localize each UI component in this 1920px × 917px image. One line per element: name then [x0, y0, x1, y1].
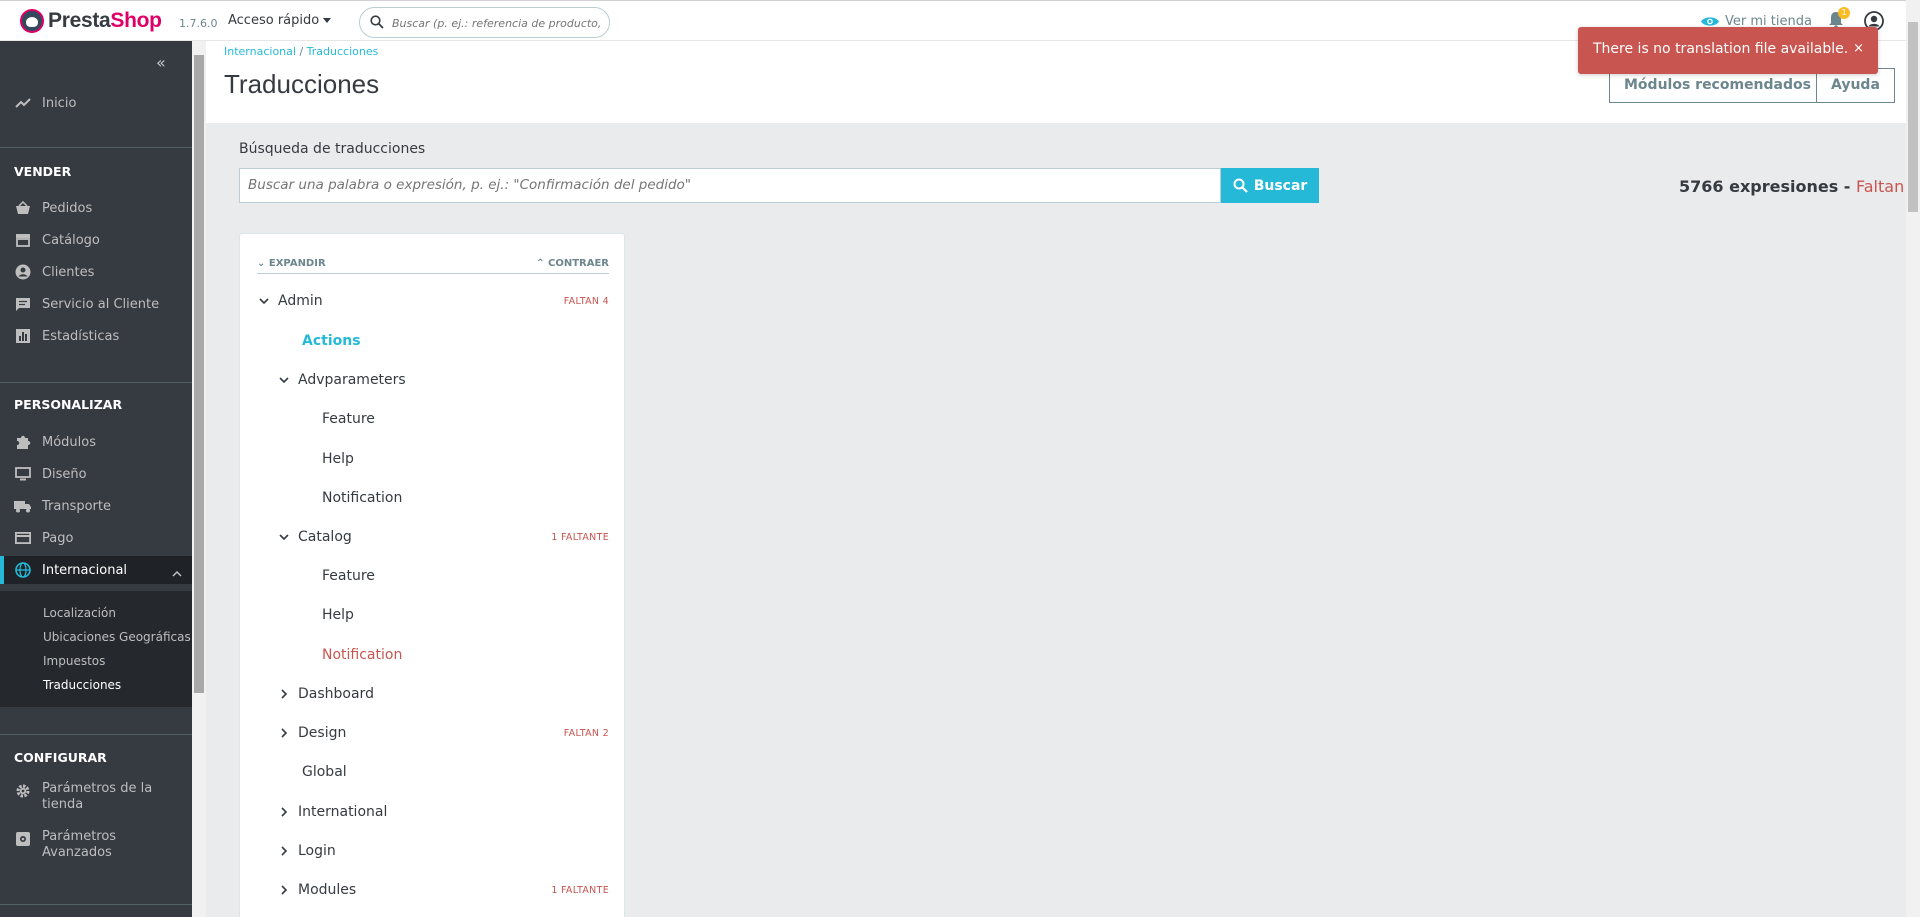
- prestashop-logo[interactable]: PrestaShop: [20, 9, 162, 33]
- trending-up-icon: [14, 95, 32, 111]
- tree-node-actions[interactable]: Actions: [302, 330, 361, 352]
- tree-node-help[interactable]: Help: [322, 448, 354, 470]
- globe-icon: [14, 562, 32, 578]
- tree-node-notification[interactable]: Notification: [322, 644, 402, 666]
- tree-node-international[interactable]: International: [278, 801, 387, 823]
- search-button[interactable]: Buscar: [1221, 168, 1319, 203]
- chevron-right-icon: [278, 806, 290, 818]
- tree-node-design[interactable]: Design: [278, 722, 346, 744]
- puzzle-icon: [14, 434, 32, 450]
- tree-node-notification[interactable]: Notification: [322, 487, 402, 509]
- sidebar-item-shop-parameters[interactable]: Parámetros de la tienda: [0, 781, 192, 815]
- missing-badge: 1 FALTANTE: [551, 532, 609, 543]
- store-icon: [14, 232, 32, 248]
- sidebar-item-advanced-parameters[interactable]: Parámetros Avanzados: [0, 829, 192, 863]
- translation-search-input[interactable]: [248, 177, 1208, 193]
- desktop-icon: [14, 466, 32, 482]
- breadcrumb-translations[interactable]: Traducciones: [307, 45, 379, 58]
- bar-chart-icon: [14, 328, 32, 344]
- section-configure: CONFIGURAR: [14, 750, 107, 765]
- sidebar-item-home[interactable]: Inicio: [0, 89, 192, 117]
- tree-node-login[interactable]: Login: [278, 840, 336, 862]
- tree-node-dashboard[interactable]: Dashboard: [278, 683, 374, 705]
- notification-badge: 1: [1838, 7, 1850, 19]
- caret-down-icon: [323, 18, 332, 23]
- chevron-right-icon: [278, 884, 290, 896]
- toast-message: There is no translation file available.: [1593, 41, 1849, 57]
- quick-access-dropdown[interactable]: Acceso rápido: [228, 13, 332, 28]
- submenu-translations[interactable]: Traducciones: [43, 678, 121, 692]
- sidebar-item-modules[interactable]: Módulos: [0, 428, 192, 456]
- sidebar-item-catalog[interactable]: Catálogo: [0, 226, 192, 254]
- sidebar-item-design[interactable]: Diseño: [0, 460, 192, 488]
- chevron-right-icon: [278, 845, 290, 857]
- sidebar: « Inicio VENDER Pedidos Catálogo Cliente…: [0, 41, 192, 917]
- account-circle-icon: [14, 264, 32, 280]
- breadcrumb-international[interactable]: Internacional: [224, 45, 296, 58]
- gear-icon: [14, 783, 32, 799]
- missing-badge: FALTAN 2: [563, 728, 609, 739]
- truck-icon: [14, 498, 32, 514]
- credit-card-icon: [14, 530, 32, 546]
- sidebar-item-payment[interactable]: Pago: [0, 524, 192, 552]
- error-toast: There is no translation file available. …: [1578, 27, 1878, 74]
- submenu-locations[interactable]: Ubicaciones Geográficas: [43, 630, 191, 644]
- search-icon: [1233, 178, 1248, 193]
- search-icon: [370, 15, 384, 29]
- chevron-up-icon: [172, 566, 182, 581]
- sidebar-item-customers[interactable]: Clientes: [0, 258, 192, 286]
- sidebar-item-customer-service[interactable]: Servicio al Cliente: [0, 290, 192, 318]
- submenu-localization[interactable]: Localización: [43, 606, 116, 620]
- version-label: 1.7.6.0: [179, 17, 218, 30]
- sidebar-item-international[interactable]: Internacional: [0, 556, 192, 584]
- sidebar-item-orders[interactable]: Pedidos: [0, 194, 192, 222]
- tree-node-admin[interactable]: Admin: [258, 290, 323, 312]
- chat-icon: [14, 296, 32, 312]
- tree-node-help[interactable]: Help: [322, 604, 354, 626]
- basket-icon: [14, 200, 32, 216]
- expression-counts: 5766 expresiones - Faltan 4: [1679, 177, 1920, 196]
- expand-all-button[interactable]: ⌄ EXPANDIR: [257, 258, 326, 269]
- toast-close-button[interactable]: ×: [1853, 41, 1864, 56]
- tree-node-catalog[interactable]: Catalog: [278, 526, 352, 548]
- chevron-down-icon: [278, 374, 290, 386]
- breadcrumb: Internacional / Traducciones: [224, 45, 379, 58]
- section-customize: PERSONALIZAR: [14, 397, 123, 412]
- international-submenu: Localización Ubicaciones Geográficas Imp…: [0, 591, 192, 707]
- translation-search-label: Búsqueda de traducciones: [239, 141, 426, 157]
- sidebar-item-stats[interactable]: Estadísticas: [0, 322, 192, 350]
- header-search[interactable]: [359, 7, 610, 38]
- sidebar-item-shipping[interactable]: Transporte: [0, 492, 192, 520]
- advanced-gear-icon: [14, 831, 32, 847]
- page-title: Traducciones: [224, 69, 380, 99]
- tree-node-global[interactable]: Global: [302, 761, 347, 783]
- chevron-down-icon: [258, 295, 270, 307]
- translation-tree-panel: ⌄ EXPANDIR ⌃ CONTRAER Admin FALTAN 4 Act…: [239, 233, 625, 917]
- collapse-sidebar-icon[interactable]: «: [156, 53, 166, 72]
- header-search-input[interactable]: [392, 13, 600, 33]
- translation-search-field[interactable]: [239, 168, 1221, 203]
- tree-node-modules[interactable]: Modules: [278, 879, 356, 901]
- tree-node-advparameters[interactable]: Advparameters: [278, 369, 406, 391]
- chevron-right-icon: [278, 688, 290, 700]
- tree-node-feature[interactable]: Feature: [322, 408, 375, 430]
- missing-badge: FALTAN 4: [563, 296, 609, 307]
- tree-node-feature[interactable]: Feature: [322, 565, 375, 587]
- chevron-down-icon: [278, 531, 290, 543]
- chevron-right-icon: [278, 727, 290, 739]
- collapse-all-button[interactable]: ⌃ CONTRAER: [536, 258, 609, 269]
- puffin-logo-icon: [20, 9, 44, 33]
- sidebar-scrollbar[interactable]: [192, 41, 206, 917]
- page-scrollbar[interactable]: [1906, 0, 1920, 917]
- section-sell: VENDER: [14, 164, 72, 179]
- missing-badge: 1 FALTANTE: [551, 885, 609, 896]
- submenu-taxes[interactable]: Impuestos: [43, 654, 105, 668]
